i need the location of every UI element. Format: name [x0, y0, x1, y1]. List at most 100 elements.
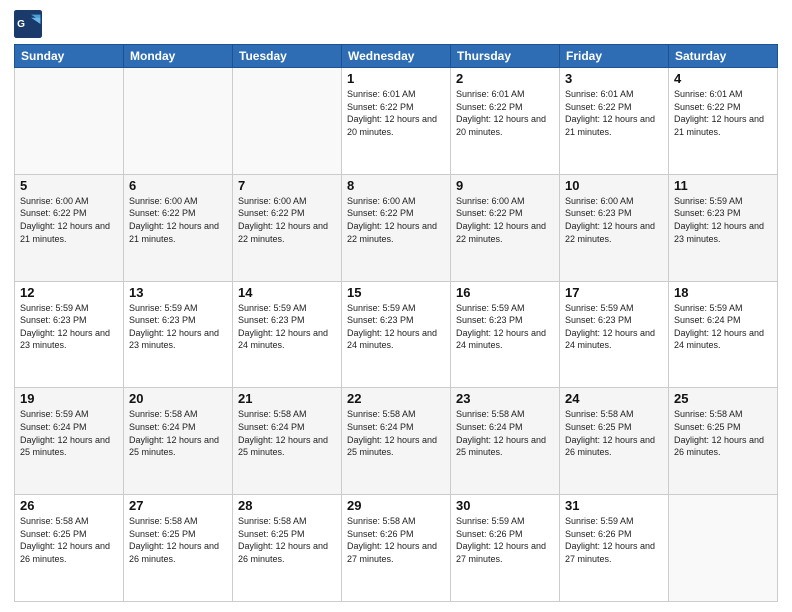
cell-info: Sunrise: 5:59 AMSunset: 6:23 PMDaylight:… — [565, 302, 663, 352]
day-header-wednesday: Wednesday — [342, 45, 451, 68]
calendar-cell — [15, 68, 124, 175]
day-number: 27 — [129, 498, 227, 513]
cell-info: Sunrise: 6:00 AMSunset: 6:22 PMDaylight:… — [347, 195, 445, 245]
day-number: 1 — [347, 71, 445, 86]
day-number: 25 — [674, 391, 772, 406]
calendar-cell: 18 Sunrise: 5:59 AMSunset: 6:24 PMDayligh… — [669, 281, 778, 388]
calendar-cell: 29Sunrise: 5:58 AMSunset: 6:26 PMDayligh… — [342, 495, 451, 602]
day-number: 21 — [238, 391, 336, 406]
day-number: 15 — [347, 285, 445, 300]
cell-info: Sunrise: 5:59 AMSunset: 6:24 PMDaylight:… — [20, 408, 118, 458]
day-number: 16 — [456, 285, 554, 300]
day-number: 12 — [20, 285, 118, 300]
week-row-5: 26 Sunrise: 5:58 AMSunset: 6:25 PMDayligh… — [15, 495, 778, 602]
day-number: 24 — [565, 391, 663, 406]
day-number: 28 — [238, 498, 336, 513]
calendar-cell: 8Sunrise: 6:00 AMSunset: 6:22 PMDaylight… — [342, 174, 451, 281]
calendar-cell: 13Sunrise: 5:59 AMSunset: 6:23 PMDayligh… — [124, 281, 233, 388]
day-number: 4 — [674, 71, 772, 86]
calendar-table: SundayMondayTuesdayWednesdayThursdayFrid… — [14, 44, 778, 602]
calendar-cell: 10Sunrise: 6:00 AMSunset: 6:23 PMDayligh… — [560, 174, 669, 281]
calendar-cell: 24Sunrise: 5:58 AMSunset: 6:25 PMDayligh… — [560, 388, 669, 495]
calendar-cell: 21 Sunrise: 5:58 AMSunset: 6:24 PMDayligh… — [233, 388, 342, 495]
day-number: 2 — [456, 71, 554, 86]
calendar-cell: 20Sunrise: 5:58 AMSunset: 6:24 PMDayligh… — [124, 388, 233, 495]
week-row-2: 5 Sunrise: 6:00 AMSunset: 6:22 PMDaylight… — [15, 174, 778, 281]
day-header-saturday: Saturday — [669, 45, 778, 68]
day-header-tuesday: Tuesday — [233, 45, 342, 68]
cell-info: Sunrise: 5:58 AMSunset: 6:24 PMDaylight:… — [347, 408, 445, 458]
cell-info: Sunrise: 5:58 AMSunset: 6:25 PMDaylight:… — [20, 515, 118, 565]
calendar-cell: 9Sunrise: 6:00 AMSunset: 6:22 PMDaylight… — [451, 174, 560, 281]
day-number: 23 — [456, 391, 554, 406]
cell-info: Sunrise: 6:00 AMSunset: 6:22 PMDaylight:… — [129, 195, 227, 245]
calendar-cell: 19 Sunrise: 5:59 AMSunset: 6:24 PMDayligh… — [15, 388, 124, 495]
cell-info: Sunrise: 5:59 AMSunset: 6:26 PMDaylight:… — [456, 515, 554, 565]
day-header-sunday: Sunday — [15, 45, 124, 68]
cell-info: Sunrise: 5:59 AMSunset: 6:23 PMDaylight:… — [238, 302, 336, 352]
calendar-cell: 23Sunrise: 5:58 AMSunset: 6:24 PMDayligh… — [451, 388, 560, 495]
week-row-4: 19 Sunrise: 5:59 AMSunset: 6:24 PMDayligh… — [15, 388, 778, 495]
calendar-cell: 16 Sunrise: 5:59 AMSunset: 6:23 PMDayligh… — [451, 281, 560, 388]
page: G SundayMondayTuesdayWednesdayThursdayFr… — [0, 0, 792, 612]
cell-info: Sunrise: 5:58 AMSunset: 6:25 PMDaylight:… — [129, 515, 227, 565]
calendar-cell: 15Sunrise: 5:59 AMSunset: 6:23 PMDayligh… — [342, 281, 451, 388]
calendar-cell — [669, 495, 778, 602]
calendar-cell: 22 Sunrise: 5:58 AMSunset: 6:24 PMDayligh… — [342, 388, 451, 495]
calendar-cell: 28 Sunrise: 5:58 AMSunset: 6:25 PMDayligh… — [233, 495, 342, 602]
cell-info: Sunrise: 5:58 AMSunset: 6:24 PMDaylight:… — [129, 408, 227, 458]
header: G — [14, 10, 778, 38]
day-number: 9 — [456, 178, 554, 193]
cell-info: Sunrise: 6:01 AMSunset: 6:22 PMDaylight:… — [674, 88, 772, 138]
cell-info: Sunrise: 5:58 AMSunset: 6:25 PMDaylight:… — [674, 408, 772, 458]
calendar-cell: 14 Sunrise: 5:59 AMSunset: 6:23 PMDayligh… — [233, 281, 342, 388]
calendar-cell — [124, 68, 233, 175]
day-number: 30 — [456, 498, 554, 513]
cell-info: Sunrise: 5:59 AMSunset: 6:23 PMDaylight:… — [674, 195, 772, 245]
calendar-cell: 5 Sunrise: 6:00 AMSunset: 6:22 PMDaylight… — [15, 174, 124, 281]
calendar-cell: 31 Sunrise: 5:59 AMSunset: 6:26 PMDayligh… — [560, 495, 669, 602]
svg-text:G: G — [17, 19, 25, 30]
day-number: 26 — [20, 498, 118, 513]
calendar-cell: 26 Sunrise: 5:58 AMSunset: 6:25 PMDayligh… — [15, 495, 124, 602]
cell-info: Sunrise: 5:58 AMSunset: 6:26 PMDaylight:… — [347, 515, 445, 565]
calendar-cell: 11 Sunrise: 5:59 AMSunset: 6:23 PMDayligh… — [669, 174, 778, 281]
cell-info: Sunrise: 6:01 AMSunset: 6:22 PMDaylight:… — [347, 88, 445, 138]
cell-info: Sunrise: 5:58 AMSunset: 6:24 PMDaylight:… — [238, 408, 336, 458]
day-number: 31 — [565, 498, 663, 513]
cell-info: Sunrise: 5:59 AMSunset: 6:23 PMDaylight:… — [20, 302, 118, 352]
cell-info: Sunrise: 5:59 AMSunset: 6:26 PMDaylight:… — [565, 515, 663, 565]
day-number: 17 — [565, 285, 663, 300]
day-header-monday: Monday — [124, 45, 233, 68]
cell-info: Sunrise: 5:58 AMSunset: 6:25 PMDaylight:… — [238, 515, 336, 565]
day-number: 10 — [565, 178, 663, 193]
day-number: 14 — [238, 285, 336, 300]
header-row: SundayMondayTuesdayWednesdayThursdayFrid… — [15, 45, 778, 68]
calendar-cell: 3Sunrise: 6:01 AMSunset: 6:22 PMDaylight… — [560, 68, 669, 175]
day-number: 19 — [20, 391, 118, 406]
calendar-cell: 17 Sunrise: 5:59 AMSunset: 6:23 PMDayligh… — [560, 281, 669, 388]
day-number: 6 — [129, 178, 227, 193]
calendar-cell: 12 Sunrise: 5:59 AMSunset: 6:23 PMDayligh… — [15, 281, 124, 388]
day-header-friday: Friday — [560, 45, 669, 68]
cell-info: Sunrise: 6:00 AMSunset: 6:22 PMDaylight:… — [20, 195, 118, 245]
calendar-cell: 1 Sunrise: 6:01 AMSunset: 6:22 PMDaylight… — [342, 68, 451, 175]
cell-info: Sunrise: 5:59 AMSunset: 6:23 PMDaylight:… — [456, 302, 554, 352]
calendar-cell: 25 Sunrise: 5:58 AMSunset: 6:25 PMDayligh… — [669, 388, 778, 495]
day-header-thursday: Thursday — [451, 45, 560, 68]
week-row-3: 12 Sunrise: 5:59 AMSunset: 6:23 PMDayligh… — [15, 281, 778, 388]
calendar-cell: 2 Sunrise: 6:01 AMSunset: 6:22 PMDaylight… — [451, 68, 560, 175]
day-number: 22 — [347, 391, 445, 406]
calendar-cell: 6 Sunrise: 6:00 AMSunset: 6:22 PMDaylight… — [124, 174, 233, 281]
calendar-cell — [233, 68, 342, 175]
day-number: 5 — [20, 178, 118, 193]
day-number: 18 — [674, 285, 772, 300]
calendar-header: SundayMondayTuesdayWednesdayThursdayFrid… — [15, 45, 778, 68]
cell-info: Sunrise: 6:01 AMSunset: 6:22 PMDaylight:… — [456, 88, 554, 138]
calendar-body: 1 Sunrise: 6:01 AMSunset: 6:22 PMDaylight… — [15, 68, 778, 602]
week-row-1: 1 Sunrise: 6:01 AMSunset: 6:22 PMDaylight… — [15, 68, 778, 175]
day-number: 11 — [674, 178, 772, 193]
cell-info: Sunrise: 5:59 AMSunset: 6:24 PMDaylight:… — [674, 302, 772, 352]
calendar-cell: 27 Sunrise: 5:58 AMSunset: 6:25 PMDayligh… — [124, 495, 233, 602]
cell-info: Sunrise: 5:59 AMSunset: 6:23 PMDaylight:… — [129, 302, 227, 352]
